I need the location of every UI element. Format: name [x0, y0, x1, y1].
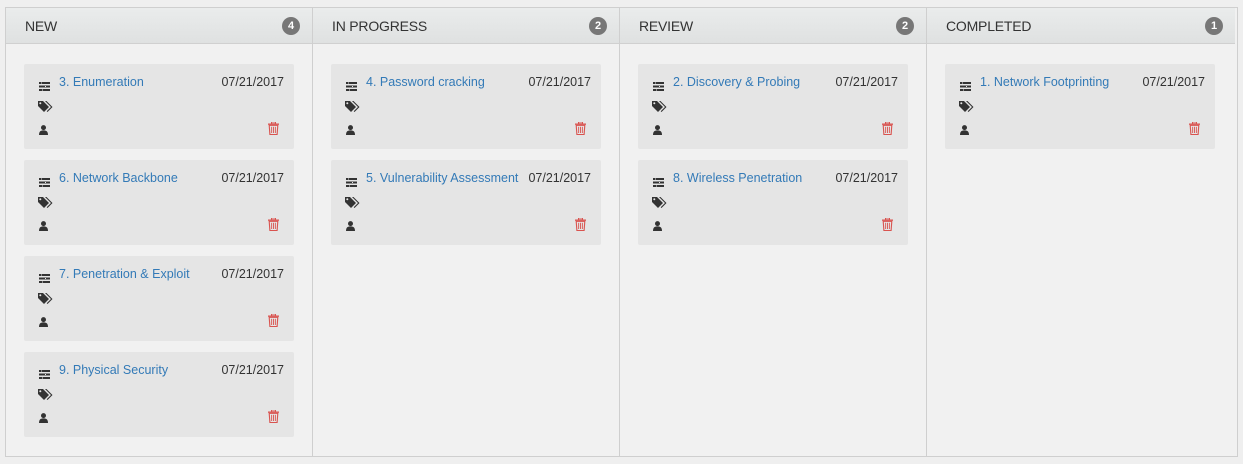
trash-icon[interactable] — [1189, 121, 1200, 136]
card-list: 4. Password cracking 07/21/2017 5. Vulner… — [313, 44, 619, 245]
tags-icon — [652, 196, 667, 208]
column-header: REVIEW 2 — [620, 8, 926, 44]
tasks-icon — [39, 270, 50, 283]
task-card[interactable]: 2. Discovery & Probing 07/21/2017 — [638, 64, 908, 149]
card-list: 2. Discovery & Probing 07/21/2017 8. Wire… — [620, 44, 926, 245]
task-card[interactable]: 3. Enumeration 07/21/2017 — [24, 64, 294, 149]
tags-icon — [38, 388, 53, 400]
card-title-link[interactable]: 3. Enumeration — [59, 75, 144, 89]
trash-icon[interactable] — [882, 121, 893, 136]
card-date: 07/21/2017 — [528, 75, 591, 89]
card-title-link[interactable]: 1. Network Footprinting — [980, 75, 1109, 89]
card-title-link[interactable]: 4. Password cracking — [366, 75, 485, 89]
trash-icon[interactable] — [575, 121, 586, 136]
trash-icon[interactable] — [268, 409, 279, 424]
card-date: 07/21/2017 — [221, 75, 284, 89]
card-title-link[interactable]: 6. Network Backbone — [59, 171, 178, 185]
card-list: 3. Enumeration 07/21/2017 6. Network Back… — [6, 44, 312, 437]
trash-icon[interactable] — [882, 217, 893, 232]
card-title-link[interactable]: 9. Physical Security — [59, 363, 168, 377]
column-header: IN PROGRESS 2 — [313, 8, 619, 44]
trash-icon[interactable] — [268, 121, 279, 136]
tags-icon — [38, 100, 53, 112]
tasks-icon — [960, 78, 971, 91]
column-title: REVIEW — [639, 17, 694, 34]
column-title: NEW — [25, 17, 58, 34]
column-header: COMPLETED 1 — [927, 8, 1235, 44]
user-icon — [39, 122, 48, 135]
task-card[interactable]: 5. Vulnerability Assessment 07/21/2017 — [331, 160, 601, 245]
column-count-badge: 4 — [282, 16, 300, 35]
task-card[interactable]: 9. Physical Security 07/21/2017 — [24, 352, 294, 437]
task-card[interactable]: 1. Network Footprinting 07/21/2017 — [945, 64, 1215, 149]
tasks-icon — [653, 174, 664, 187]
user-icon — [653, 122, 662, 135]
card-date: 07/21/2017 — [221, 171, 284, 185]
tasks-icon — [653, 78, 664, 91]
card-date: 07/21/2017 — [221, 363, 284, 377]
column-header: NEW 4 — [6, 8, 312, 44]
column-title: COMPLETED — [946, 17, 1032, 34]
kanban-board: NEW 4 3. Enumeration 07/21/2017 6. Networ… — [5, 7, 1238, 457]
user-icon — [346, 122, 355, 135]
card-list: 1. Network Footprinting 07/21/2017 — [927, 44, 1235, 149]
column-count-badge: 1 — [1205, 16, 1223, 35]
column-new: NEW 4 3. Enumeration 07/21/2017 6. Networ… — [6, 8, 313, 456]
column-review: REVIEW 2 2. Discovery & Probing 07/21/201… — [620, 8, 927, 456]
card-date: 07/21/2017 — [1142, 75, 1205, 89]
tasks-icon — [39, 78, 50, 91]
tasks-icon — [39, 174, 50, 187]
user-icon — [346, 218, 355, 231]
column-count-badge: 2 — [589, 16, 607, 35]
card-title-link[interactable]: 7. Penetration & Exploit — [59, 267, 190, 281]
column-count-badge: 2 — [896, 16, 914, 35]
tags-icon — [38, 292, 53, 304]
tags-icon — [959, 100, 974, 112]
card-title-link[interactable]: 2. Discovery & Probing — [673, 75, 800, 89]
task-card[interactable]: 7. Penetration & Exploit 07/21/2017 — [24, 256, 294, 341]
column-in-progress: IN PROGRESS 2 4. Password cracking 07/21/… — [313, 8, 620, 456]
tags-icon — [345, 196, 360, 208]
user-icon — [39, 218, 48, 231]
tags-icon — [345, 100, 360, 112]
user-icon — [653, 218, 662, 231]
card-date: 07/21/2017 — [835, 75, 898, 89]
tags-icon — [38, 196, 53, 208]
card-title-link[interactable]: 8. Wireless Penetration — [673, 171, 802, 185]
column-title: IN PROGRESS — [332, 17, 428, 34]
user-icon — [39, 410, 48, 423]
task-card[interactable]: 8. Wireless Penetration 07/21/2017 — [638, 160, 908, 245]
task-card[interactable]: 6. Network Backbone 07/21/2017 — [24, 160, 294, 245]
card-date: 07/21/2017 — [835, 171, 898, 185]
card-date: 07/21/2017 — [528, 171, 591, 185]
card-date: 07/21/2017 — [221, 267, 284, 281]
tasks-icon — [346, 174, 357, 187]
task-card[interactable]: 4. Password cracking 07/21/2017 — [331, 64, 601, 149]
trash-icon[interactable] — [268, 313, 279, 328]
tags-icon — [652, 100, 667, 112]
tasks-icon — [346, 78, 357, 91]
card-title-link[interactable]: 5. Vulnerability Assessment — [366, 171, 518, 185]
trash-icon[interactable] — [575, 217, 586, 232]
trash-icon[interactable] — [268, 217, 279, 232]
tasks-icon — [39, 366, 50, 379]
user-icon — [960, 122, 969, 135]
column-completed: COMPLETED 1 1. Network Footprinting 07/21… — [927, 8, 1235, 456]
user-icon — [39, 314, 48, 327]
